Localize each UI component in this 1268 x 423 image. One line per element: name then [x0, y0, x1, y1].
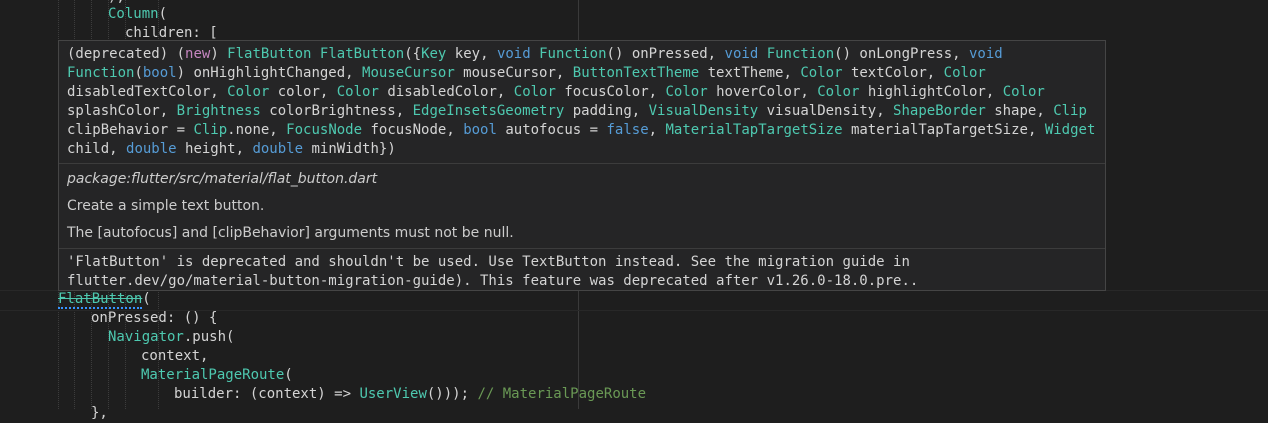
- signature-token: focusNode,: [362, 122, 464, 138]
- signature-token: textTheme,: [699, 65, 801, 81]
- signature-block: (deprecated) (new) FlatButton FlatButton…: [59, 41, 1105, 164]
- signature-token: new: [185, 46, 211, 62]
- signature-token: Function: [67, 65, 135, 81]
- signature-token: Color: [513, 84, 556, 100]
- current-line-highlight: [0, 290, 1268, 311]
- doc-summary: Create a simple text button.: [67, 198, 265, 214]
- signature-token: shape,: [985, 103, 1054, 119]
- signature-token: false: [606, 122, 649, 138]
- signature-token: MouseCursor: [362, 65, 455, 81]
- signature-token: Color: [817, 84, 860, 100]
- signature-token: key,: [446, 46, 497, 62]
- signature-token: ,: [648, 122, 666, 138]
- code-line: builder: (context) => UserView())); // M…: [174, 386, 647, 402]
- signature-token: void: [969, 46, 1003, 62]
- signature-token: materialTapTargetSize,: [842, 122, 1045, 138]
- signature-token: double: [126, 141, 177, 157]
- signature-token: Color: [665, 84, 708, 100]
- signature-token: Function: [766, 46, 835, 62]
- signature-token: Brightness: [176, 103, 261, 119]
- signature-token: [311, 46, 319, 62]
- signature-token: .none,: [227, 122, 287, 138]
- signature-token: FlatButton: [227, 46, 312, 62]
- signature-token: autofocus =: [496, 122, 607, 138]
- signature-token: ButtonTextTheme: [572, 65, 700, 81]
- signature-token: void: [496, 46, 531, 62]
- signature-token: color,: [269, 84, 337, 100]
- signature-token: ) onHighlightChanged,: [176, 65, 363, 81]
- signature-token: disabledColor,: [378, 84, 514, 100]
- signature-token: focusColor,: [555, 84, 666, 100]
- signature-token: [758, 46, 766, 62]
- signature-token: Key: [421, 46, 447, 62]
- signature-token: ShapeBorder: [893, 103, 986, 119]
- signature-token: [531, 46, 539, 62]
- signature-token: bool: [142, 65, 177, 81]
- signature-token: bool: [463, 122, 497, 138]
- signature-token: () onLongPress,: [834, 46, 969, 62]
- signature-token: padding,: [564, 103, 649, 119]
- package-path: package:flutter/src/material/flat_button…: [67, 171, 378, 187]
- signature-token: MaterialTapTargetSize: [665, 122, 843, 138]
- signature-token: FocusNode: [286, 122, 363, 138]
- signature-token: colorBrightness,: [260, 103, 413, 119]
- signature-token: void: [724, 46, 759, 62]
- signature-token: (: [134, 65, 143, 81]
- code-line: Column(: [108, 6, 168, 22]
- signature-token: EdgeInsetsGeometry: [412, 103, 565, 119]
- signature-token: height,: [176, 141, 253, 157]
- signature-token: Color: [943, 65, 986, 81]
- signature-token: ({: [404, 46, 422, 62]
- signature-token: VisualDensity: [648, 103, 759, 119]
- signature-token: FlatButton: [319, 46, 405, 62]
- signature-token: hoverColor,: [707, 84, 818, 100]
- signature-token: [1003, 46, 1011, 62]
- code-line: Navigator.push(: [108, 329, 235, 345]
- signature-token: double: [252, 141, 304, 157]
- deprecated-identifier[interactable]: FlatButton: [58, 291, 143, 309]
- signature-token: Clip: [193, 122, 228, 138]
- doc-note: The [autofocus] and [clipBehavior] argum…: [67, 225, 514, 241]
- signature-token: () onPressed,: [606, 46, 725, 62]
- code-line: onPressed: () {: [91, 310, 218, 326]
- signature-token: minWidth}): [303, 141, 396, 157]
- signature-token: Color: [227, 84, 270, 100]
- signature-token: Color: [1002, 84, 1045, 100]
- signature-token: Color: [800, 65, 843, 81]
- signature-token: highlightColor,: [859, 84, 1003, 100]
- code-line: context,: [141, 348, 209, 364]
- signature-token: Widget: [1044, 122, 1096, 138]
- signature-token: visualDensity,: [758, 103, 894, 119]
- code-line: },: [91, 405, 108, 421]
- hover-tooltip[interactable]: (deprecated) (new) FlatButton FlatButton…: [58, 40, 1106, 291]
- documentation-block: package:flutter/src/material/flat_button…: [59, 164, 1105, 249]
- deprecation-message: 'FlatButton' is deprecated and shouldn't…: [67, 254, 919, 289]
- signature-token: textColor,: [842, 65, 944, 81]
- signature-token: Function: [539, 46, 607, 62]
- code-line: MaterialPageRoute(: [141, 367, 293, 383]
- signature-token: ): [210, 46, 228, 62]
- signature-token: (deprecated) (: [67, 46, 186, 62]
- signature-token: mouseCursor,: [454, 65, 573, 81]
- signature-token: Color: [336, 84, 379, 100]
- code-line-current: FlatButton(: [58, 291, 151, 309]
- signature-token: Clip: [1053, 103, 1087, 119]
